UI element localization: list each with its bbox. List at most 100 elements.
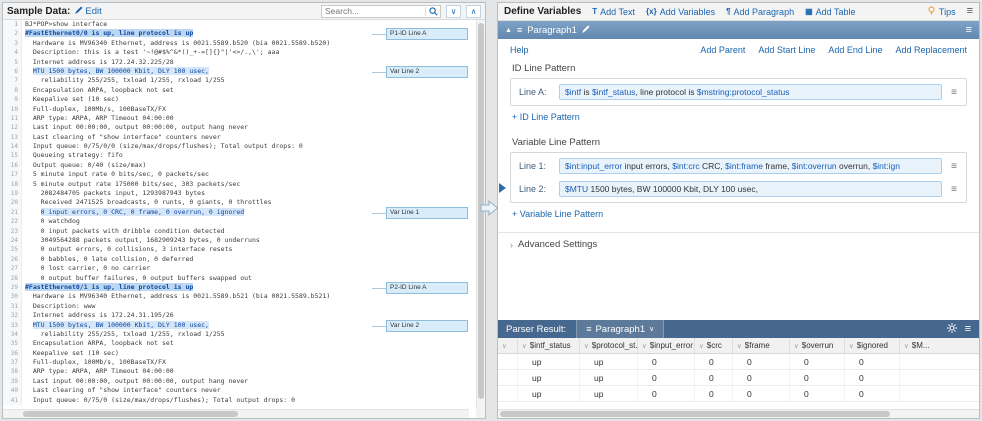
pattern-input[interactable]: $int:input_error input errors, $int:crc … bbox=[559, 158, 942, 174]
column-header[interactable]: ∨$protocol_st... bbox=[580, 338, 638, 353]
result-row[interactable]: upup00000 bbox=[498, 386, 979, 402]
line-number: 20 bbox=[3, 198, 22, 207]
add-variables-label: Add Variables bbox=[660, 7, 715, 17]
column-filter[interactable]: ∨ bbox=[498, 338, 518, 353]
column-header[interactable]: ∨$frame bbox=[733, 338, 790, 353]
result-menu-icon[interactable]: ≡ bbox=[965, 324, 971, 335]
find-next-button[interactable]: ∨ bbox=[446, 5, 461, 18]
search-input[interactable] bbox=[322, 6, 425, 16]
add-table-button[interactable]: ▦ Add Table bbox=[805, 7, 855, 17]
add-replacement-link[interactable]: Add Replacement bbox=[895, 45, 967, 55]
paragraph-list-icon: ≡ bbox=[517, 26, 522, 35]
add-parent-link[interactable]: Add Parent bbox=[700, 45, 745, 55]
add-variables-button[interactable]: {x} Add Variables bbox=[646, 7, 715, 17]
tips-button[interactable]: Tips bbox=[927, 6, 956, 17]
pattern-line-row: Line A:$intf is $intf_status, line proto… bbox=[517, 82, 960, 102]
add-start-line-link[interactable]: Add Start Line bbox=[758, 45, 815, 55]
id-line-highlight: #FastEthernet0/0 is up, line protocol is… bbox=[25, 29, 193, 37]
sample-data-header: Sample Data: Edit ∨ ∧ bbox=[3, 3, 485, 20]
pattern-annotation-tag[interactable]: P1-ID Line A bbox=[386, 28, 468, 40]
pattern-annotation-tag[interactable]: P2-ID Line A bbox=[386, 282, 468, 294]
pattern-annotation-tag[interactable]: Var Line 2 bbox=[386, 320, 468, 332]
result-cell bbox=[900, 354, 979, 369]
result-scrollbar-thumb[interactable] bbox=[500, 411, 890, 417]
line-number: 7 bbox=[3, 76, 22, 85]
advanced-settings-toggle[interactable]: › Advanced Settings bbox=[498, 233, 979, 256]
result-cell: up bbox=[580, 370, 638, 385]
line-number: 24 bbox=[3, 236, 22, 245]
collapse-icon[interactable]: ▲ bbox=[505, 27, 512, 34]
paragraph-menu-icon[interactable]: ≡ bbox=[966, 25, 972, 36]
chevron-right-icon: › bbox=[510, 240, 513, 250]
line-number: 38 bbox=[3, 367, 22, 376]
filter-chevron-icon: ∨ bbox=[522, 342, 527, 350]
line-number: 1 bbox=[3, 20, 22, 29]
add-end-line-link[interactable]: Add End Line bbox=[828, 45, 882, 55]
line-number: 40 bbox=[3, 386, 22, 395]
rename-pencil-icon[interactable] bbox=[582, 25, 590, 35]
paragraph-header-bar: ▲ ≡ Paragraph1 ≡ bbox=[498, 21, 979, 39]
current-line-marker bbox=[499, 183, 506, 193]
line-number: 37 bbox=[3, 358, 22, 367]
column-header-label: $input_error bbox=[650, 341, 693, 350]
pattern-text: is bbox=[581, 87, 592, 97]
add-table-label: Add Table bbox=[816, 7, 856, 17]
result-cell: up bbox=[518, 386, 580, 401]
filter-chevron-icon: ∨ bbox=[584, 342, 589, 350]
column-header[interactable]: ∨$intf_status bbox=[518, 338, 580, 353]
result-row[interactable]: upup00000 bbox=[498, 370, 979, 386]
parser-result-tab[interactable]: ≡ Paragraph1 ∨ bbox=[576, 320, 664, 338]
line-menu-icon[interactable]: ≡ bbox=[948, 161, 960, 172]
add-id-line-pattern-link[interactable]: + ID Line Pattern bbox=[512, 112, 580, 122]
line-number: 3 bbox=[3, 39, 22, 48]
column-header[interactable]: ∨$ignored bbox=[845, 338, 900, 353]
line-number: 32 bbox=[3, 311, 22, 320]
help-link[interactable]: Help bbox=[510, 45, 529, 55]
id-line-highlight: #FastEthernet0/1 is up, line protocol is… bbox=[25, 283, 193, 291]
line-menu-icon[interactable]: ≡ bbox=[948, 87, 960, 98]
add-text-button[interactable]: T Add Text bbox=[592, 7, 635, 17]
row-selector-cell bbox=[498, 386, 518, 401]
result-cell: 0 bbox=[845, 370, 900, 385]
line-number: 13 bbox=[3, 133, 22, 142]
line-number: 31 bbox=[3, 302, 22, 311]
pattern-text: CRC, bbox=[700, 161, 726, 171]
pattern-annotation-tag[interactable]: Var Line 1 bbox=[386, 207, 468, 219]
pattern-variable: $int:frame bbox=[725, 161, 763, 171]
horizontal-scrollbar-thumb[interactable] bbox=[23, 411, 238, 417]
column-header-label: $crc bbox=[707, 341, 722, 350]
column-header[interactable]: ∨$input_error bbox=[638, 338, 695, 353]
add-variable-line-pattern-link[interactable]: + Variable Line Pattern bbox=[512, 209, 603, 219]
tab-list-icon: ≡ bbox=[586, 325, 591, 334]
line-menu-icon[interactable]: ≡ bbox=[948, 184, 960, 195]
parser-result-table: ∨∨$intf_status∨$protocol_st...∨$input_er… bbox=[498, 338, 979, 404]
sample-data-title: Sample Data: bbox=[7, 6, 70, 17]
find-prev-button[interactable]: ∧ bbox=[466, 5, 481, 18]
paragraph-title: Paragraph1 bbox=[527, 25, 577, 36]
column-header[interactable]: ∨$M... bbox=[900, 338, 979, 353]
horizontal-scrollbar[interactable] bbox=[3, 409, 469, 418]
pattern-input[interactable]: $intf is $intf_status, line protocol is … bbox=[559, 84, 942, 100]
line-number: 18 bbox=[3, 180, 22, 189]
add-paragraph-button[interactable]: ¶ Add Paragraph bbox=[726, 7, 794, 17]
line-number: 26 bbox=[3, 255, 22, 264]
pattern-annotation-tag[interactable]: Var Line 2 bbox=[386, 66, 468, 78]
apply-arrow-icon bbox=[480, 199, 499, 217]
column-header[interactable]: ∨$overrun bbox=[790, 338, 845, 353]
column-header[interactable]: ∨$crc bbox=[695, 338, 733, 353]
result-horizontal-scrollbar[interactable] bbox=[498, 409, 979, 418]
line-number: 25 bbox=[3, 245, 22, 254]
result-cell bbox=[900, 370, 979, 385]
pattern-input[interactable]: $MTU 1500 bytes, BW 100000 Kbit, DLY 100… bbox=[559, 181, 942, 197]
pattern-text: overrun, bbox=[837, 161, 873, 171]
result-row[interactable]: upup00000 bbox=[498, 354, 979, 370]
gear-icon[interactable] bbox=[947, 323, 957, 336]
result-table-body: upup00000upup00000upup00000 bbox=[498, 354, 979, 402]
line-number: 14 bbox=[3, 142, 22, 151]
search-icon[interactable] bbox=[426, 7, 440, 16]
filter-chevron-icon: ∨ bbox=[849, 342, 854, 350]
variable-line-pattern-box: Line 1:$int:input_error input errors, $i… bbox=[510, 152, 967, 203]
edit-label: Edit bbox=[85, 6, 101, 17]
panel-menu-icon[interactable]: ≡ bbox=[967, 6, 973, 17]
edit-sample-button[interactable]: Edit bbox=[75, 6, 101, 17]
